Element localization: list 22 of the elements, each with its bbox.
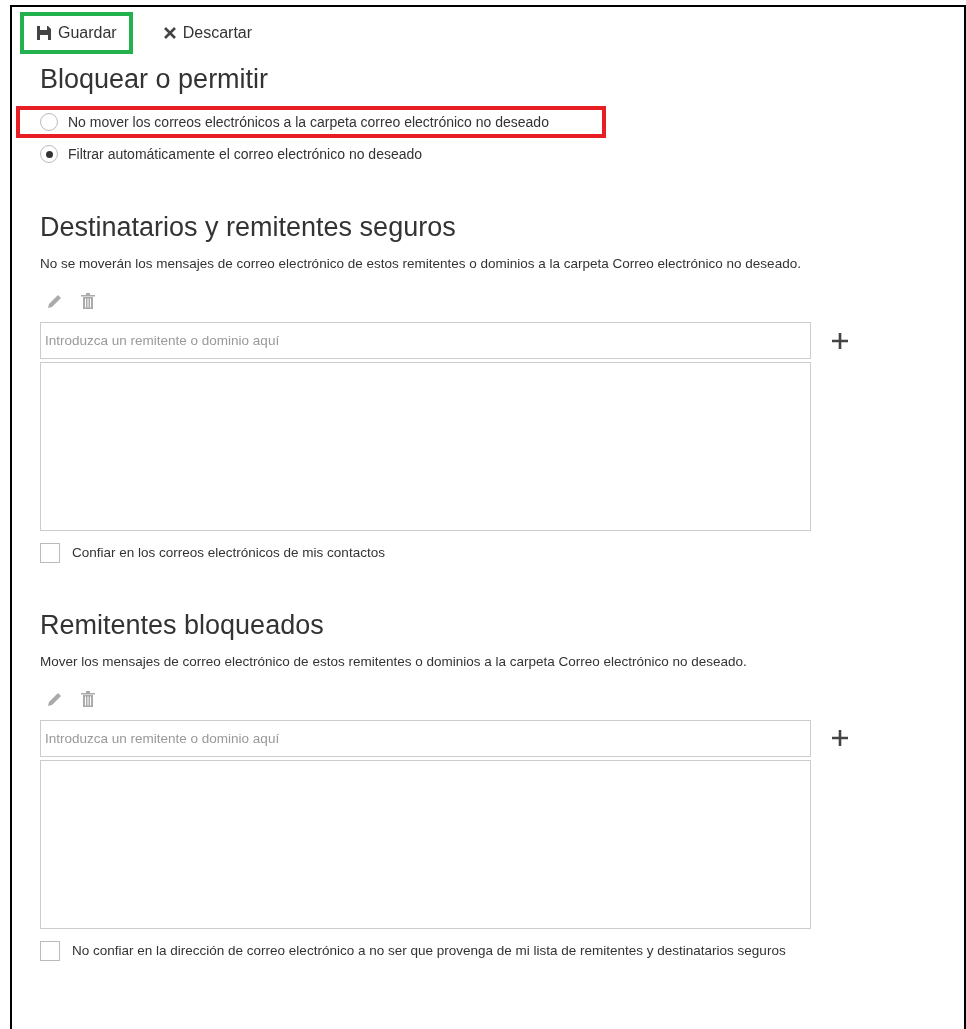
sender-input-field[interactable]: Introduzca un remitente o dominio aquí	[40, 322, 811, 360]
add-icon[interactable]	[831, 729, 849, 748]
checkbox[interactable]	[40, 940, 60, 961]
save-icon	[36, 25, 52, 41]
checkbox-label: No confiar en la dirección de correo electrónico a no ser que provenga de mi lista de remitentes y destinatarios seguros	[72, 941, 786, 960]
section-heading: Destinatarios y remitentes seguros	[40, 211, 457, 244]
trash-icon[interactable]	[80, 689, 96, 708]
radio-option[interactable]: Filtrar automáticamente el correo electrónico no deseado	[16, 138, 606, 170]
section-description: No se moverán los mensajes de correo electrónico de estos remitentes o dominios a la carpeta Correo electrónico no deseado.	[40, 255, 802, 273]
checkbox[interactable]	[40, 543, 60, 564]
close-icon	[162, 26, 177, 40]
add-icon[interactable]	[831, 331, 849, 350]
save-button[interactable]: Guardar	[20, 12, 133, 54]
radio-option[interactable]: No mover los correos electrónicos a la carpeta correo electrónico no deseado	[16, 106, 606, 138]
pencil-icon[interactable]	[46, 292, 64, 311]
checkbox-label: Confiar en los correos electrónicos de mis contactos	[72, 544, 385, 563]
section-heading: Remitentes bloqueados	[40, 608, 325, 642]
sender-input-field[interactable]: Introduzca un remitente o dominio aquí	[40, 719, 811, 757]
page-title: Bloquear o permitir	[40, 63, 270, 96]
discard-button[interactable]: Descartar	[146, 12, 269, 54]
section-description: Mover los mensajes de correo electrónico de estos remitentes o dominios a la carpeta Correo electrónico no deseado.	[40, 652, 748, 671]
trash-icon[interactable]	[80, 292, 96, 311]
